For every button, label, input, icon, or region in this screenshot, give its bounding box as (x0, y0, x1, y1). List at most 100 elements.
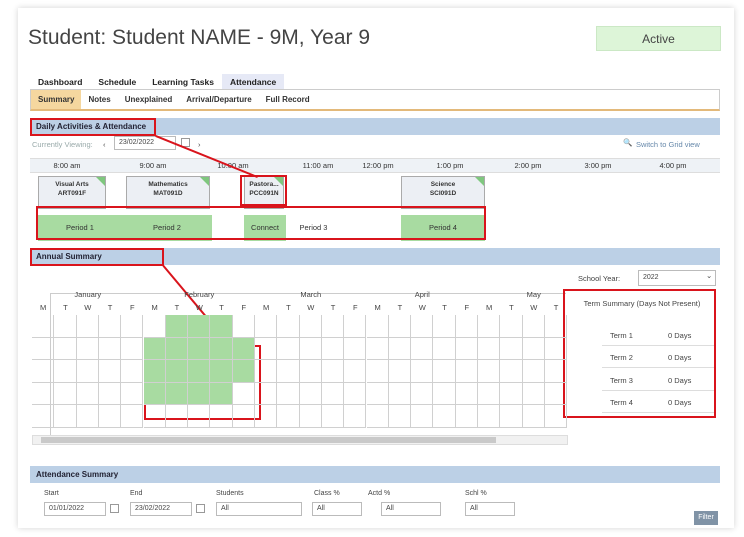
schl-select[interactable]: All (465, 502, 515, 516)
calendar-day-cell[interactable] (232, 337, 255, 360)
calendar-day-cell[interactable] (344, 382, 367, 405)
calendar-day-cell[interactable] (210, 315, 233, 338)
lesson-science[interactable]: Science SCI091D (401, 176, 485, 209)
calendar-day-cell[interactable] (121, 337, 144, 360)
calendar-day-cell[interactable] (388, 382, 412, 405)
calendar-day-cell[interactable] (32, 315, 55, 338)
calendar-day-cell[interactable] (321, 360, 345, 383)
calendar-day-cell[interactable] (344, 337, 367, 360)
calendar-day-cell[interactable] (277, 360, 300, 383)
calendar-day-cell[interactable] (98, 382, 122, 405)
calendar-day-cell[interactable] (388, 337, 412, 360)
calendar-day-cell[interactable] (478, 382, 501, 405)
subtab-full-record[interactable]: Full Record (259, 90, 317, 109)
calendar-day-cell[interactable] (388, 315, 412, 338)
calendar-day-cell[interactable] (433, 405, 456, 428)
calendar-day-cell[interactable] (388, 360, 412, 383)
chevron-down-icon[interactable]: ⌄ (706, 271, 712, 280)
calendar-day-cell[interactable] (455, 405, 478, 428)
calendar-day-cell[interactable] (433, 360, 456, 383)
calendar-day-cell[interactable] (98, 360, 122, 383)
calendar-day-cell[interactable] (411, 382, 434, 405)
date-input[interactable]: 23/02/2022 (114, 136, 176, 150)
calendar-day-cell[interactable] (76, 315, 99, 338)
calendar-day-cell[interactable] (299, 315, 322, 338)
calendar-day-cell[interactable] (232, 405, 255, 428)
calendar-day-cell[interactable] (433, 315, 456, 338)
calendar-day-cell[interactable] (277, 315, 300, 338)
calendar-day-cell[interactable] (76, 382, 99, 405)
calendar-day-cell[interactable] (277, 337, 300, 360)
calendar-day-cell[interactable] (277, 405, 300, 428)
calendar-day-cell[interactable] (455, 360, 478, 383)
calendar-day-cell[interactable] (165, 360, 189, 383)
start-date-input[interactable]: 01/01/2022 (44, 502, 106, 516)
switch-grid-link[interactable]: Switch to Grid view (636, 140, 700, 149)
calendar-day-cell[interactable] (210, 360, 233, 383)
calendar-day-cell[interactable] (143, 315, 166, 338)
subtab-summary[interactable]: Summary (31, 90, 82, 109)
calendar-day-cell[interactable] (500, 405, 523, 428)
calendar-day-cell[interactable] (121, 382, 144, 405)
tab-dashboard[interactable]: Dashboard (30, 74, 90, 90)
calendar-day-cell[interactable] (54, 405, 77, 428)
calendar-day-cell[interactable] (165, 382, 189, 405)
calendar-day-cell[interactable] (500, 382, 523, 405)
subtab-unexplained[interactable]: Unexplained (118, 90, 180, 109)
calendar-day-cell[interactable] (433, 337, 456, 360)
calendar-day-cell[interactable] (98, 337, 122, 360)
calendar-day-cell[interactable] (544, 382, 568, 405)
tab-learning-tasks[interactable]: Learning Tasks (144, 74, 222, 90)
calendar-day-cell[interactable] (522, 360, 545, 383)
calendar-day-cell[interactable] (321, 405, 345, 428)
calendar-day-cell[interactable] (544, 405, 568, 428)
calendar-day-cell[interactable] (255, 382, 278, 405)
calendar-day-cell[interactable] (232, 382, 255, 405)
calendar-day-cell[interactable] (143, 337, 166, 360)
calendar-day-cell[interactable] (255, 360, 278, 383)
calendar-day-cell[interactable] (232, 360, 255, 383)
calendar-day-cell[interactable] (98, 405, 122, 428)
calendar-day-cell[interactable] (366, 405, 389, 428)
calendar-day-cell[interactable] (478, 360, 501, 383)
subtab-notes[interactable]: Notes (81, 90, 117, 109)
calendar-day-cell[interactable] (54, 360, 77, 383)
calendar-day-cell[interactable] (165, 405, 189, 428)
subtab-arrival-departure[interactable]: Arrival/Departure (179, 90, 258, 109)
calendar-day-cell[interactable] (188, 382, 211, 405)
calendar-day-cell[interactable] (344, 405, 367, 428)
calendar-day-cell[interactable] (232, 315, 255, 338)
next-date-button[interactable]: › (198, 140, 201, 149)
calendar-day-cell[interactable] (455, 337, 478, 360)
prev-date-button[interactable]: ‹ (103, 140, 106, 149)
end-date-input[interactable]: 23/02/2022 (130, 502, 192, 516)
calendar-day-cell[interactable] (411, 315, 434, 338)
calendar-day-cell[interactable] (366, 382, 389, 405)
calendar-day-cell[interactable] (143, 360, 166, 383)
class-select[interactable]: All (312, 502, 362, 516)
lesson-mathematics[interactable]: Mathematics MAT091D (126, 176, 210, 209)
calendar-day-cell[interactable] (500, 360, 523, 383)
calendar-day-cell[interactable] (299, 360, 322, 383)
calendar-day-cell[interactable] (76, 405, 99, 428)
calendar-icon[interactable] (196, 504, 205, 513)
calendar-day-cell[interactable] (366, 337, 389, 360)
scrollbar-thumb[interactable] (41, 437, 496, 443)
calendar-day-cell[interactable] (299, 405, 322, 428)
students-select[interactable]: All (216, 502, 302, 516)
calendar-day-cell[interactable] (32, 337, 55, 360)
calendar-day-cell[interactable] (411, 337, 434, 360)
calendar-day-cell[interactable] (54, 382, 77, 405)
calendar-day-cell[interactable] (544, 337, 568, 360)
calendar-day-cell[interactable] (32, 405, 55, 428)
calendar-day-cell[interactable] (344, 315, 367, 338)
calendar-day-cell[interactable] (277, 382, 300, 405)
tab-attendance[interactable]: Attendance (221, 74, 285, 90)
calendar-day-cell[interactable] (143, 405, 166, 428)
calendar-day-cell[interactable] (188, 405, 211, 428)
calendar-day-cell[interactable] (121, 405, 144, 428)
calendar-day-cell[interactable] (165, 337, 189, 360)
calendar-day-cell[interactable] (455, 315, 478, 338)
calendar-day-cell[interactable] (522, 405, 545, 428)
calendar-day-cell[interactable] (522, 315, 545, 338)
